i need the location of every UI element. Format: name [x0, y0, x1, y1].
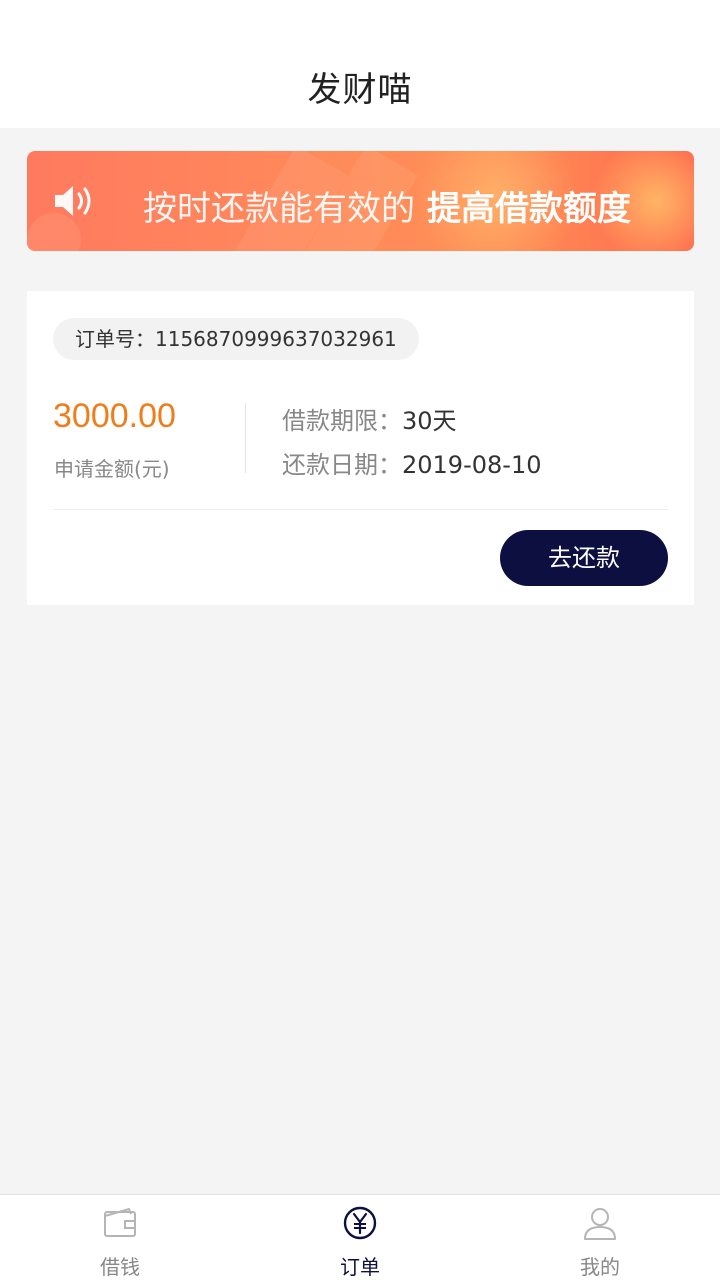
tab-me[interactable]: 我的 — [480, 1195, 720, 1280]
tab-borrow[interactable]: 借钱 — [0, 1195, 240, 1280]
bottom-tab-bar: 借钱 订单 我的 — [0, 1194, 720, 1280]
banner-message: 按时还款能有效的 提高借款额度 — [143, 181, 631, 230]
top-header: 发财喵 — [0, 0, 720, 128]
repay-date-value: 2019-08-10 — [402, 451, 542, 479]
person-icon — [584, 1208, 616, 1240]
order-number-label: 订单号： — [75, 327, 155, 351]
vertical-divider — [245, 403, 246, 473]
repay-button[interactable]: 去还款 — [500, 530, 668, 586]
repay-date-row: 还款日期：2019-08-10 — [282, 445, 541, 480]
order-card: 订单号：1156870999637032961 3000.00 申请金额(元) … — [27, 291, 694, 605]
order-number-pill: 订单号：1156870999637032961 — [53, 318, 419, 360]
speaker-icon — [55, 186, 91, 216]
page-title: 发财喵 — [307, 70, 413, 110]
yen-circle-icon — [343, 1206, 377, 1240]
wallet-icon — [104, 1208, 136, 1237]
banner-highlight: 提高借款额度 — [427, 189, 631, 229]
tab-orders-label: 订单 — [340, 1255, 380, 1279]
promo-banner[interactable]: 按时还款能有效的 提高借款额度 — [27, 151, 694, 251]
loan-amount-label: 申请金额(元) — [54, 457, 170, 481]
tab-orders[interactable]: 订单 — [240, 1195, 480, 1280]
horizontal-divider — [53, 509, 668, 510]
loan-term-value: 30天 — [402, 407, 457, 435]
order-number: 1156870999637032961 — [155, 327, 397, 351]
repay-date-label: 还款日期： — [282, 451, 402, 479]
loan-amount: 3000.00 — [53, 397, 176, 435]
tab-borrow-label: 借钱 — [100, 1255, 140, 1279]
loan-term-row: 借款期限：30天 — [282, 401, 457, 436]
app-root: 发财喵 按时还款能有效的 提高借款额度 订单号：11568709996370329… — [0, 0, 720, 1280]
loan-term-label: 借款期限： — [282, 407, 402, 435]
banner-text: 按时还款能有效的 — [143, 189, 415, 229]
tab-me-label: 我的 — [580, 1255, 620, 1279]
